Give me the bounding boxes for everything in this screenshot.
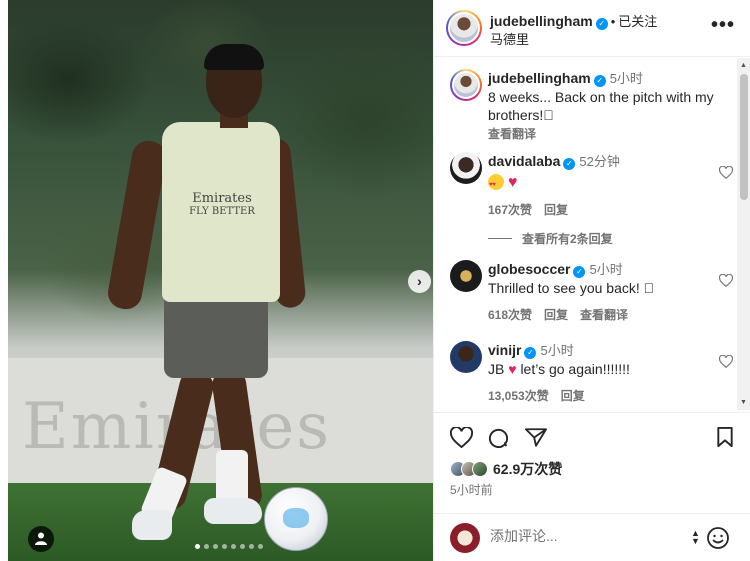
reply-button[interactable]: 回复 xyxy=(561,389,585,403)
translate-button[interactable]: 查看翻译 xyxy=(580,308,628,322)
bookmark-icon[interactable] xyxy=(716,427,734,448)
heart-icon[interactable] xyxy=(450,427,473,448)
red-heart-emoji-icon: ♥ xyxy=(507,174,518,191)
verified-icon: ✓ xyxy=(573,266,586,278)
translate-button[interactable]: 查看翻译 xyxy=(488,127,536,141)
scroll-down-arrow-icon[interactable]: ▼ xyxy=(740,399,747,406)
add-comment-input[interactable] xyxy=(490,528,680,544)
carousel-dot xyxy=(213,544,218,549)
likes-count[interactable]: 62.9万次赞 xyxy=(493,459,562,479)
comment-text: Thrilled to see you back! 􀀀 xyxy=(488,280,655,296)
carousel-dot xyxy=(249,544,254,549)
comment-avatar[interactable] xyxy=(450,341,482,373)
verified-icon: ✓ xyxy=(593,75,606,87)
reply-button[interactable]: 回复 xyxy=(544,308,568,322)
add-comment-bar: ▲▼ xyxy=(434,513,750,561)
scrollbar-thumb[interactable] xyxy=(740,74,748,200)
caption-text: 8 weeks... Back on the pitch with my bro… xyxy=(488,89,714,123)
caption-username[interactable]: judebellingham xyxy=(488,70,591,86)
likes-summary[interactable]: 62.9万次赞 xyxy=(450,459,562,479)
comment-avatar[interactable] xyxy=(450,260,482,292)
carousel-dot xyxy=(222,544,227,549)
emoji-icon[interactable] xyxy=(706,526,730,550)
verified-icon: ✓ xyxy=(563,158,576,170)
resize-handle-icon[interactable]: ▲ ▼ xyxy=(691,529,700,546)
carousel-next-button[interactable]: › xyxy=(408,270,431,293)
more-options-button[interactable]: ••• xyxy=(711,14,735,37)
verified-icon: ✓ xyxy=(524,347,537,359)
heart-eyes-emoji-icon xyxy=(488,174,504,194)
comment-icon[interactable] xyxy=(487,427,510,450)
chevron-right-icon: › xyxy=(417,273,422,289)
carousel-dot xyxy=(204,544,209,549)
player-figure: Emirates FLY BETTER xyxy=(105,40,338,550)
comment-username[interactable]: vinijr xyxy=(488,342,521,358)
football xyxy=(264,487,328,551)
person-tag-icon xyxy=(35,532,47,545)
carousel-dot xyxy=(231,544,236,549)
heart-icon[interactable] xyxy=(719,166,733,179)
comment-username[interactable]: globesoccer xyxy=(488,261,570,277)
comment-likes[interactable]: 618次赞 xyxy=(488,308,532,322)
comment-likes[interactable]: 167次赞 xyxy=(488,203,532,217)
scroll-up-arrow-icon[interactable]: ▲ xyxy=(740,62,747,69)
comment-avatar[interactable] xyxy=(450,152,482,184)
caption-avatar[interactable] xyxy=(450,69,482,101)
carousel-dot xyxy=(240,544,245,549)
current-user-avatar xyxy=(450,523,480,553)
author-username[interactable]: judebellingham xyxy=(490,13,593,29)
post-actions: 62.9万次赞 5小时前 ▲▼ xyxy=(434,412,750,561)
comment-username[interactable]: davidalaba xyxy=(488,153,560,169)
share-icon[interactable] xyxy=(525,427,547,448)
comment-likes[interactable]: 13,053次赞 xyxy=(488,389,549,403)
post-sidebar: judebellingham ✓ • 已关注 马德里 ••• judebellingh… xyxy=(433,0,750,561)
reply-button[interactable]: 回复 xyxy=(544,203,568,217)
shirt-sponsor: Emirates FLY BETTER xyxy=(189,191,255,217)
author-avatar[interactable] xyxy=(446,10,482,46)
red-heart-emoji-icon: ♥ xyxy=(508,361,517,377)
post-location[interactable]: 马德里 xyxy=(490,29,529,48)
comment-text: let’s go again!!!!!!! xyxy=(520,361,630,377)
carousel-dot xyxy=(258,544,263,549)
comments-list[interactable]: judebellingham ✓ 5小时 8 weeks... Back on th… xyxy=(434,58,737,410)
verified-icon: ✓ xyxy=(595,18,608,30)
liker-avatar xyxy=(472,461,488,477)
follow-status-button[interactable]: 已关注 xyxy=(618,14,657,29)
post-media[interactable]: Emirates Emirates FLY BETTER › xyxy=(8,0,433,561)
carousel-dot xyxy=(195,544,200,549)
view-replies-button[interactable]: 查看所有2条回复 xyxy=(488,230,613,247)
post-timestamp[interactable]: 5小时前 xyxy=(450,481,493,498)
caption-time: 5小时 xyxy=(609,71,643,86)
heart-icon[interactable] xyxy=(719,274,733,287)
heart-icon[interactable] xyxy=(719,355,733,368)
comments-scrollbar[interactable]: ▲ ▼ xyxy=(737,58,750,410)
carousel-indicator xyxy=(195,544,263,549)
post-header: judebellingham ✓ • 已关注 马德里 ••• xyxy=(434,0,750,57)
tagged-people-button[interactable] xyxy=(28,526,54,552)
